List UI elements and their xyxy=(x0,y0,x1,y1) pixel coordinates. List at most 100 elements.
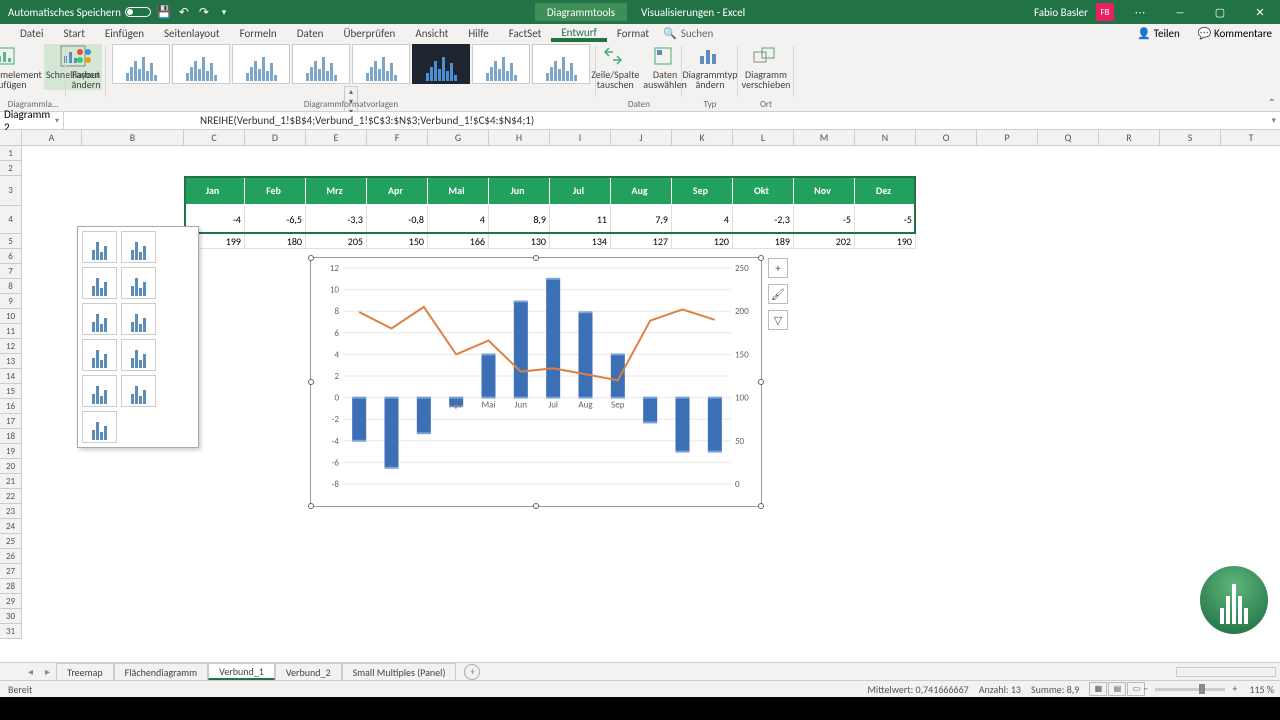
cell-L5[interactable]: 189 xyxy=(733,234,794,249)
cell-G5[interactable]: 166 xyxy=(428,234,489,249)
cell-K4[interactable]: 4 xyxy=(672,206,733,234)
change-colors-button[interactable]: Farben ändern xyxy=(70,44,103,90)
chart-plus-icon[interactable]: + xyxy=(768,258,788,278)
cell-M5[interactable]: 202 xyxy=(794,234,855,249)
col-header-D[interactable]: D xyxy=(245,130,306,146)
col-header-P[interactable]: P xyxy=(977,130,1038,146)
quick-layout-option-6[interactable] xyxy=(121,303,156,335)
view-normal-icon[interactable]: ▦ xyxy=(1089,682,1107,696)
save-icon[interactable]: 💾 xyxy=(157,5,171,19)
col-header-B[interactable]: B xyxy=(82,130,184,146)
cell-I4[interactable]: 11 xyxy=(550,206,611,234)
col-header-A[interactable]: A xyxy=(22,130,82,146)
cell-F3[interactable]: Apr xyxy=(367,176,428,206)
cell-F4[interactable]: -0,8 xyxy=(367,206,428,234)
collapse-ribbon-icon[interactable]: ⌃ xyxy=(1268,96,1276,109)
col-header-H[interactable]: H xyxy=(489,130,550,146)
cell-G4[interactable]: 4 xyxy=(428,206,489,234)
cell-E5[interactable]: 205 xyxy=(306,234,367,249)
quick-layout-option-11[interactable] xyxy=(82,411,117,443)
chart-filter-icon[interactable]: ▽ xyxy=(768,310,788,330)
quick-layout-option-4[interactable] xyxy=(121,267,156,299)
cell-G3[interactable]: Mai xyxy=(428,176,489,206)
cell-K5[interactable]: 120 xyxy=(672,234,733,249)
quick-layout-option-2[interactable] xyxy=(121,231,156,263)
add-chart-element-button[interactable]: Diagrammelement hinzufügen xyxy=(0,44,44,90)
row-header-10[interactable]: 10 xyxy=(0,309,22,324)
view-pagelayout-icon[interactable]: ▤ xyxy=(1108,682,1126,696)
name-box[interactable]: Diagramm 2▾ xyxy=(0,112,64,130)
switch-row-col-button[interactable]: Zeile/Spalte tauschen xyxy=(589,44,641,90)
menu-tab-einfügen[interactable]: Einfügen xyxy=(95,24,154,42)
close-icon[interactable]: ✕ xyxy=(1240,0,1280,24)
cell-J3[interactable]: Aug xyxy=(611,176,672,206)
cell-H4[interactable]: 8,9 xyxy=(489,206,550,234)
menu-tab-start[interactable]: Start xyxy=(54,24,95,42)
sheet-tab-small-multiples--panel-[interactable]: Small Multiples (Panel) xyxy=(342,663,457,680)
menu-tab-format[interactable]: Format xyxy=(607,24,659,42)
chart-style-5[interactable] xyxy=(352,44,410,84)
row-header-4[interactable]: 4 xyxy=(0,206,22,234)
chart-style-8[interactable] xyxy=(532,44,590,84)
tab-nav-prev-icon[interactable]: ◂ xyxy=(22,665,39,678)
sheet-tab-verbund-2[interactable]: Verbund_2 xyxy=(275,663,342,680)
quick-layout-option-8[interactable] xyxy=(121,339,156,371)
menu-tab-ansicht[interactable]: Ansicht xyxy=(405,24,458,42)
col-header-G[interactable]: G xyxy=(428,130,489,146)
quick-layout-option-1[interactable] xyxy=(82,231,117,263)
cell-D4[interactable]: -6,5 xyxy=(245,206,306,234)
col-header-K[interactable]: K xyxy=(672,130,733,146)
cell-M3[interactable]: Nov xyxy=(794,176,855,206)
menu-tab-überprüfen[interactable]: Überprüfen xyxy=(333,24,405,42)
sheet-tab-verbund-1[interactable]: Verbund_1 xyxy=(208,663,275,680)
quick-layout-option-9[interactable] xyxy=(82,375,117,407)
ribbon-options-icon[interactable]: ⋯ xyxy=(1120,0,1160,24)
cell-J5[interactable]: 127 xyxy=(611,234,672,249)
row-header-3[interactable]: 3 xyxy=(0,176,22,206)
col-header-E[interactable]: E xyxy=(306,130,367,146)
col-header-T[interactable]: T xyxy=(1221,130,1280,146)
row-header-25[interactable]: 25 xyxy=(0,534,22,549)
cell-I5[interactable]: 134 xyxy=(550,234,611,249)
col-header-O[interactable]: O xyxy=(916,130,977,146)
menu-tab-factset[interactable]: FactSet xyxy=(499,24,552,42)
cell-N4[interactable]: -5 xyxy=(855,206,916,234)
chart-tools-tab[interactable]: Diagrammtools xyxy=(535,3,627,21)
cell-E3[interactable]: Mrz xyxy=(306,176,367,206)
undo-icon[interactable]: ↶ xyxy=(177,5,191,19)
qat-more-icon[interactable]: ▾ xyxy=(217,5,231,19)
tab-nav-next-icon[interactable]: ▸ xyxy=(39,665,56,678)
row-header-8[interactable]: 8 xyxy=(0,279,22,294)
row-header-6[interactable]: 6 xyxy=(0,249,22,264)
user-name[interactable]: Fabio Basler xyxy=(1026,6,1096,19)
move-chart-button[interactable]: Diagramm verschieben xyxy=(740,44,793,90)
cell-L4[interactable]: -2,3 xyxy=(733,206,794,234)
cell-C3[interactable]: Jan xyxy=(184,176,245,206)
row-header-30[interactable]: 30 xyxy=(0,609,22,624)
col-header-L[interactable]: L xyxy=(733,130,794,146)
chart-brush-icon[interactable]: 🖌 xyxy=(768,284,788,304)
row-header-1[interactable]: 1 xyxy=(0,146,22,161)
row-header-14[interactable]: 14 xyxy=(0,369,22,384)
row-header-16[interactable]: 16 xyxy=(0,399,22,414)
row-header-12[interactable]: 12 xyxy=(0,339,22,354)
minimize-icon[interactable]: ― xyxy=(1160,0,1200,24)
cell-K3[interactable]: Sep xyxy=(672,176,733,206)
formula-expand-icon[interactable]: ▾ xyxy=(1271,115,1276,126)
share-button[interactable]: 👤 Teilen xyxy=(1137,27,1179,40)
quick-layout-option-7[interactable] xyxy=(82,339,117,371)
row-header-15[interactable]: 15 xyxy=(0,384,22,399)
col-header-Q[interactable]: Q xyxy=(1038,130,1099,146)
menu-tab-entwurf[interactable]: Entwurf xyxy=(551,24,607,42)
user-avatar[interactable]: FB xyxy=(1096,3,1114,21)
cell-L3[interactable]: Okt xyxy=(733,176,794,206)
col-header-S[interactable]: S xyxy=(1160,130,1221,146)
redo-icon[interactable]: ↷ xyxy=(197,5,211,19)
row-header-19[interactable]: 19 xyxy=(0,444,22,459)
cell-D3[interactable]: Feb xyxy=(245,176,306,206)
chart-style-6[interactable] xyxy=(412,44,470,84)
formula-bar[interactable]: NREIHE(Verbund_1!$B$4;Verbund_1!$C$3:$N$… xyxy=(160,114,534,127)
quick-layout-option-10[interactable] xyxy=(121,375,156,407)
autosave-toggle[interactable]: Automatisches Speichern xyxy=(8,6,151,19)
maximize-icon[interactable]: ▢ xyxy=(1200,0,1240,24)
